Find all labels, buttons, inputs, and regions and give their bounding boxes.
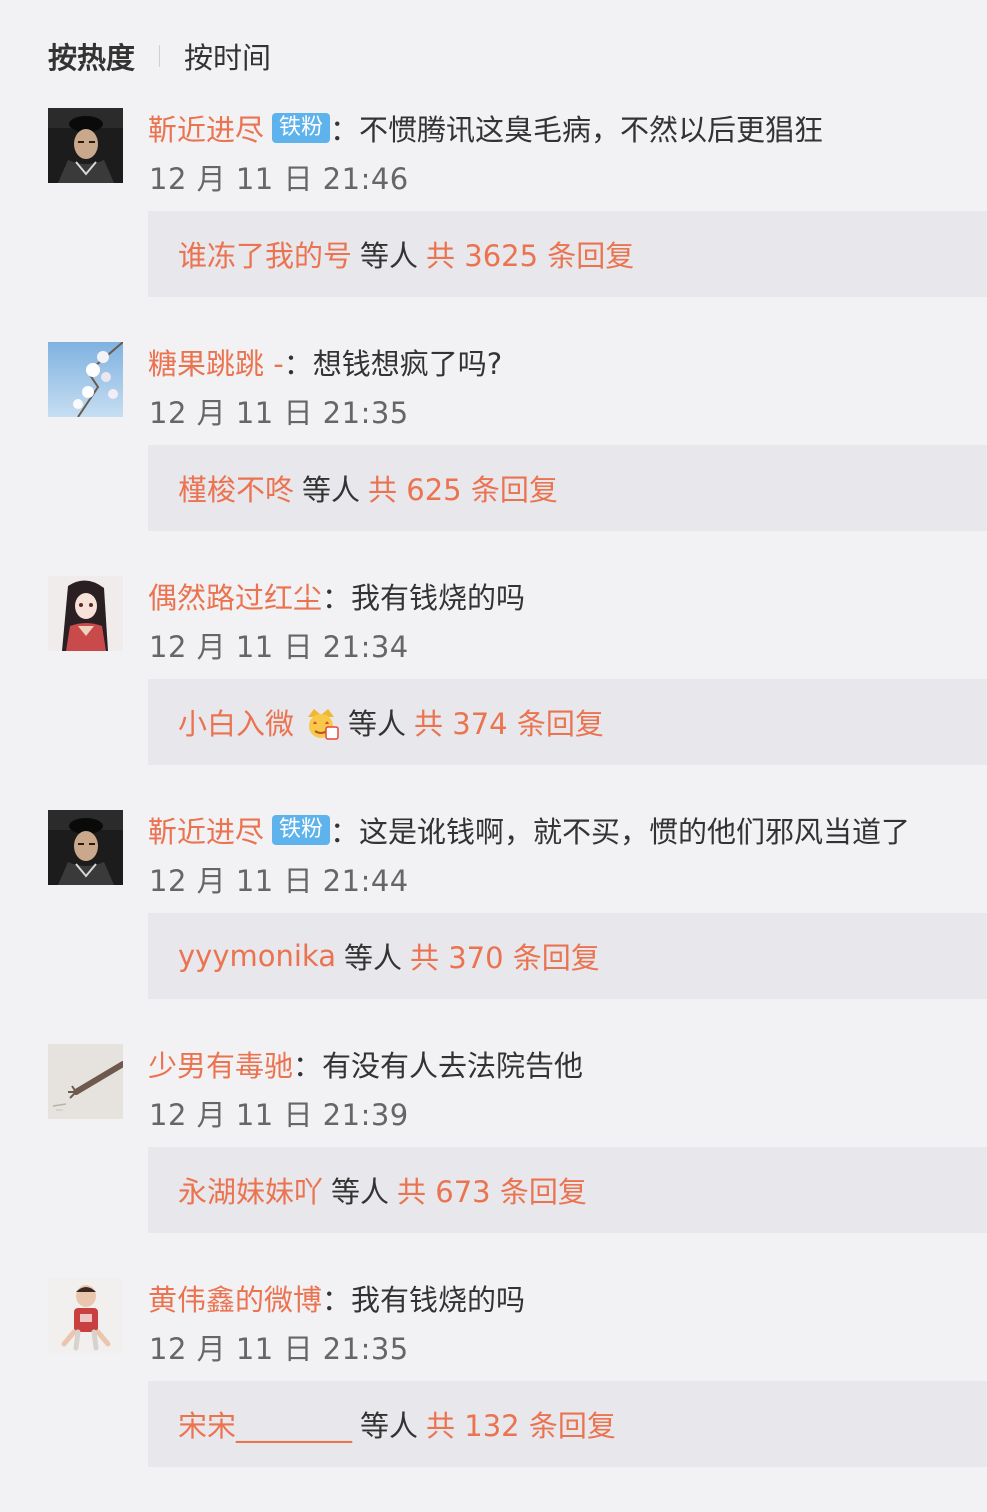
avatar-man-in-costume-icon[interactable] [48, 108, 123, 183]
comment-text: 这是讹钱啊，就不买，惯的他们邪风当道了 [359, 815, 911, 849]
comment-header: 糖果跳跳 - ： 想钱想疯了吗? [148, 342, 502, 382]
comment-item: 糖果跳跳 - ： 想钱想疯了吗? 12 月 11 日 21:35 槿梭不咚 等人… [0, 342, 987, 576]
avatar-anime-girl-icon[interactable] [48, 576, 123, 651]
comment-text: 不惯腾讯这臭毛病，不然以后更猖狂 [359, 113, 824, 147]
reply-summary[interactable]: 谁冻了我的号 等人 共 3625 条回复 [148, 211, 987, 297]
reply-others-label: 等人 [360, 1409, 419, 1443]
comment-item: 偶然路过红尘 ： 我有钱烧的吗 12 月 11 日 21:34 小白入微 等人 … [0, 576, 987, 810]
comment-time: 12 月 11 日 21:34 [149, 630, 409, 664]
reply-count-link[interactable]: 共 374 条回复 [414, 701, 604, 743]
fan-badge[interactable]: 铁粉 [272, 815, 331, 845]
reply-summary[interactable]: 宋宋________ 等人 共 132 条回复 [148, 1381, 987, 1467]
comment-colon: ： [330, 113, 360, 147]
comment-text: 想钱想疯了吗? [312, 347, 503, 381]
reply-summary[interactable]: 槿梭不咚 等人 共 625 条回复 [148, 445, 987, 531]
comment-username[interactable]: 黄伟鑫的微博 [148, 1277, 322, 1319]
reply-username[interactable]: 宋宋________ [178, 1403, 352, 1445]
avatar-hand-sketch-icon[interactable] [48, 1044, 123, 1119]
comment-time: 12 月 11 日 21:46 [149, 162, 409, 196]
comment-colon: ： [293, 1049, 323, 1083]
reply-count-link[interactable]: 共 370 条回复 [410, 935, 600, 977]
reply-summary[interactable]: 小白入微 等人 共 374 条回复 [148, 679, 987, 765]
reply-count-link[interactable]: 共 3625 条回复 [426, 233, 634, 275]
sort-by-hot-tab[interactable]: 按热度 [48, 35, 135, 77]
comment-text: 有没有人去法院告他 [322, 1049, 584, 1083]
reply-others-label: 等人 [348, 707, 407, 741]
reply-username[interactable]: 永湖妹妹吖 [178, 1169, 323, 1211]
comment-text: 我有钱烧的吗 [351, 1283, 526, 1317]
comment-username[interactable]: 偶然路过红尘 [148, 575, 322, 617]
avatar-man-in-costume-icon[interactable] [48, 810, 123, 885]
comment-username[interactable]: 靳近进尽 [148, 107, 264, 149]
reply-count-link[interactable]: 共 625 条回复 [368, 467, 558, 509]
comment-colon: ： [283, 347, 313, 381]
comment-time: 12 月 11 日 21:35 [149, 1332, 409, 1366]
avatar-blossom-sky-icon[interactable] [48, 342, 123, 417]
comment-item: 靳近进尽 铁粉 ： 不惯腾讯这臭毛病，不然以后更猖狂 12 月 11 日 21:… [0, 108, 987, 342]
comment-colon: ： [322, 581, 352, 615]
reply-username[interactable]: 谁冻了我的号 [178, 233, 352, 275]
avatar-boy-jersey-icon[interactable] [48, 1278, 123, 1353]
reply-others-label: 等人 [302, 473, 361, 507]
comment-username[interactable]: 少男有毒驰 [148, 1043, 293, 1085]
sort-divider [159, 45, 161, 67]
comment-header: 靳近进尽 铁粉 ： 这是讹钱啊，就不买，惯的他们邪风当道了 [148, 810, 910, 850]
reply-username[interactable]: 槿梭不咚 [178, 467, 294, 509]
reply-others-label: 等人 [360, 239, 419, 273]
comment-time: 12 月 11 日 21:44 [149, 864, 409, 898]
reply-username[interactable]: 小白入微 [178, 701, 294, 743]
comment-colon: ： [330, 815, 360, 849]
reply-others-label: 等人 [343, 941, 402, 975]
sort-bar: 按热度 按时间 [48, 32, 271, 80]
reply-summary[interactable]: 永湖妹妹吖 等人 共 673 条回复 [148, 1147, 987, 1233]
sort-by-time-tab[interactable]: 按时间 [184, 35, 271, 77]
reply-username[interactable]: yyymonika [178, 939, 336, 973]
comment-item: 少男有毒驰 ： 有没有人去法院告他 12 月 11 日 21:39 永湖妹妹吖 … [0, 1044, 987, 1278]
fan-badge[interactable]: 铁粉 [272, 113, 331, 143]
comment-time: 12 月 11 日 21:39 [149, 1098, 409, 1132]
reply-others-label: 等人 [331, 1175, 390, 1209]
comment-time: 12 月 11 日 21:35 [149, 396, 409, 430]
comment-username[interactable]: 靳近进尽 [148, 809, 264, 851]
comment-item: 黄伟鑫的微博 ： 我有钱烧的吗 12 月 11 日 21:35 宋宋______… [0, 1278, 987, 1512]
reply-count-link[interactable]: 共 132 条回复 [426, 1403, 616, 1445]
crown-emoji-icon [302, 703, 340, 741]
comment-header: 黄伟鑫的微博 ： 我有钱烧的吗 [148, 1278, 525, 1318]
comment-text: 我有钱烧的吗 [351, 581, 526, 615]
comment-header: 偶然路过红尘 ： 我有钱烧的吗 [148, 576, 525, 616]
reply-summary[interactable]: yyymonika 等人 共 370 条回复 [148, 913, 987, 999]
comment-colon: ： [322, 1283, 352, 1317]
reply-count-link[interactable]: 共 673 条回复 [397, 1169, 587, 1211]
comment-header: 少男有毒驰 ： 有没有人去法院告他 [148, 1044, 583, 1084]
comment-item: 靳近进尽 铁粉 ： 这是讹钱啊，就不买，惯的他们邪风当道了 12 月 11 日 … [0, 810, 987, 1044]
comment-header: 靳近进尽 铁粉 ： 不惯腾讯这臭毛病，不然以后更猖狂 [148, 108, 823, 148]
comment-username[interactable]: 糖果跳跳 - [148, 341, 284, 383]
